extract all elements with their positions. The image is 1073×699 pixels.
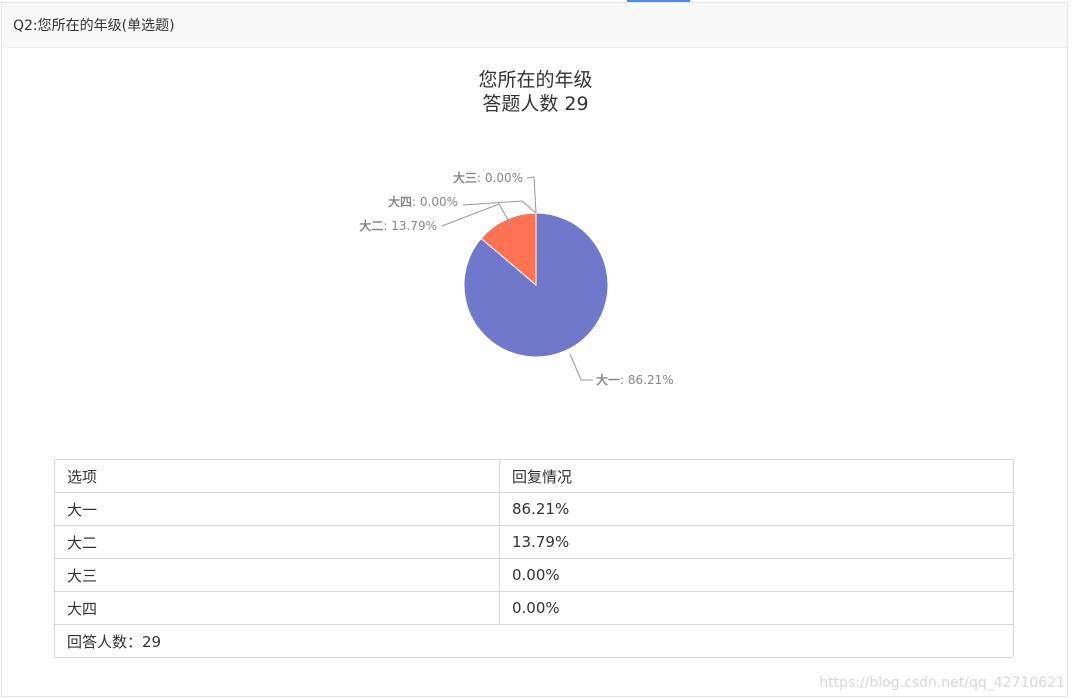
table-cell-option: 大四 — [54, 591, 500, 625]
table-cell-value: 86.21% — [499, 492, 1014, 526]
table-cell-option: 大二 — [54, 525, 500, 559]
watermark: https://blog.csdn.net/qq_42710621 — [819, 675, 1065, 691]
pie-data-label: 大四: 0.00% — [388, 194, 458, 209]
question-title: Q2:您所在的年级(单选题) — [13, 18, 175, 34]
table-header-row: 选项 回复情况 — [54, 459, 1014, 493]
question-card: Q2:您所在的年级(单选题) 您所在的年级 答题人数 29 大一: 86.21%… — [1, 2, 1068, 697]
table-cell-option: 大三 — [54, 558, 500, 592]
pie-label-line — [526, 176, 537, 214]
table-row: 大一 86.21% — [54, 492, 1014, 526]
pie-chart-area: 您所在的年级 答题人数 29 大一: 86.21% 大二: 13.79% 大三: 0… — [2, 48, 1069, 448]
table-cell-value: 0.00% — [499, 591, 1014, 625]
table-row: 大三 0.00% — [54, 558, 1014, 592]
respondent-count: 回答人数：29 — [54, 624, 1014, 658]
table-cell-value: 13.79% — [499, 525, 1014, 559]
question-header: Q2:您所在的年级(单选题) — [2, 3, 1067, 48]
pie-data-label: 大三: 0.00% — [453, 170, 523, 185]
pie-label-line — [569, 353, 593, 381]
table-row: 大二 13.79% — [54, 525, 1014, 559]
table-header-option: 选项 — [54, 459, 500, 493]
pie-data-label: 大一: 86.21% — [596, 372, 674, 387]
pie-chart: 大一: 86.21% 大二: 13.79% 大三: 0.00% 大四: 0.00% — [359, 170, 674, 387]
pie-data-label: 大二: 13.79% — [359, 218, 437, 233]
table-footer-row: 回答人数：29 — [54, 624, 1014, 658]
table-header-response: 回复情况 — [499, 459, 1014, 493]
table-cell-option: 大一 — [54, 492, 500, 526]
table-cell-value: 0.00% — [499, 558, 1014, 592]
table-row: 大四 0.00% — [54, 591, 1014, 625]
pie-label-line — [462, 200, 537, 214]
results-table: 选项 回复情况 大一 86.21% 大二 13.79% 大三 0.00% 大四 … — [54, 459, 1014, 658]
